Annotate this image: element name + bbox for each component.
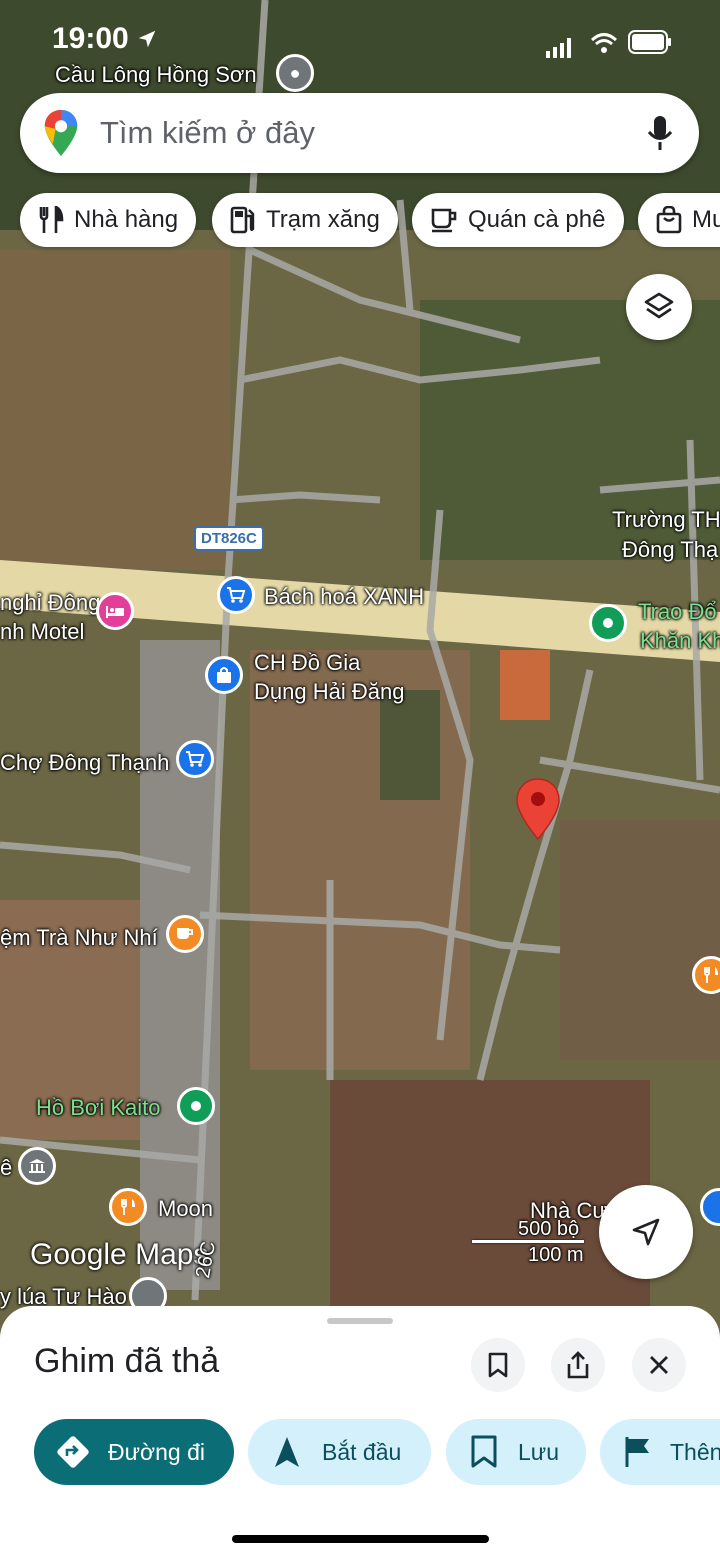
signal-icon [546, 32, 572, 66]
hotel-bed-icon[interactable] [96, 592, 134, 630]
coffee-icon[interactable] [166, 915, 204, 953]
motel-label-line2[interactable]: nh Motel [0, 619, 84, 644]
trao-label[interactable]: Trao Đổ [638, 599, 717, 624]
chip-label: Nhà hàng [74, 206, 179, 233]
google-maps-logo: Google Maps [30, 1238, 209, 1271]
grocery-cart-icon[interactable] [217, 576, 255, 614]
school-label-line2[interactable]: Đông Thạ [622, 537, 718, 562]
bookmark-icon [488, 1352, 508, 1378]
share-button[interactable] [551, 1338, 605, 1392]
grocery-cart-icon[interactable] [176, 740, 214, 778]
map-scale: 500 bộ 100 m [472, 1218, 590, 1266]
more-button[interactable]: Thên [600, 1419, 720, 1485]
chip-label: Quán cà phê [468, 206, 606, 233]
navigation-arrow-icon [631, 1217, 661, 1247]
shopping-bag-icon[interactable] [205, 656, 243, 694]
bookmark-icon [470, 1435, 498, 1469]
scale-feet: 500 bộ [518, 1218, 580, 1240]
save-bookmark-button[interactable] [471, 1338, 525, 1392]
tea-shop-label[interactable]: ệm Trà Như Nhí [0, 925, 158, 950]
start-label: Bắt đầu [322, 1438, 402, 1465]
save-label: Lưu [518, 1438, 559, 1465]
directions-icon [56, 1435, 90, 1469]
layers-icon [643, 291, 675, 323]
navigation-arrow-icon [274, 1436, 300, 1468]
clock: 19:00 [52, 22, 129, 55]
chip-shopping[interactable]: Mu [638, 193, 720, 247]
ch-do-gia-label[interactable]: CH Đồ Gia [254, 650, 360, 675]
place-label[interactable]: Cầu Lông Hồng Sơn [55, 62, 257, 87]
shopping-bag-icon [656, 206, 682, 234]
dropped-pin[interactable] [515, 777, 561, 846]
location-arrow-icon [136, 24, 158, 58]
road-badge: DT826C [194, 526, 264, 551]
wifi-icon [590, 28, 618, 62]
search-bar[interactable]: Tìm kiếm ở đây [20, 93, 699, 173]
moon-label[interactable]: Moon [158, 1196, 213, 1221]
drag-handle[interactable] [327, 1318, 393, 1324]
chip-gas-stations[interactable]: Trạm xăng [212, 193, 398, 247]
place-bottom-sheet[interactable]: Ghim đã thả Đường đi Bắt đầu Lưu Thên [0, 1306, 720, 1557]
bach-hoa-label[interactable]: Bách hoá XANH [264, 584, 424, 609]
map-view[interactable]: 19:00 Cầu Lông Hồng Sơn ● Tìm kiếm ở đây [0, 0, 720, 1330]
my-location-button[interactable] [599, 1185, 693, 1279]
close-button[interactable] [632, 1338, 686, 1392]
microphone-icon[interactable] [647, 115, 673, 151]
museum-icon[interactable] [18, 1147, 56, 1185]
place-label-e[interactable]: ê [0, 1155, 12, 1180]
chip-coffee[interactable]: Quán cà phê [412, 193, 624, 247]
chip-label: Trạm xăng [266, 206, 380, 233]
search-input[interactable]: Tìm kiếm ở đây [100, 115, 647, 151]
battery-icon [628, 28, 672, 62]
status-bar: 19:00 [52, 22, 680, 62]
gas-station-icon [230, 206, 256, 234]
more-label: Thên [670, 1438, 720, 1465]
layers-button[interactable] [626, 274, 692, 340]
home-indicator[interactable] [232, 1535, 489, 1543]
flag-icon [624, 1436, 652, 1468]
pool-label[interactable]: Hồ Bơi Kaito [36, 1095, 160, 1120]
motel-label[interactable]: nghỉ Đông [0, 590, 100, 615]
place-marker-icon[interactable]: ● [276, 54, 314, 92]
place-marker-icon[interactable] [589, 604, 627, 642]
directions-label: Đường đi [108, 1438, 205, 1465]
chip-restaurants[interactable]: Nhà hàng [20, 193, 196, 247]
school-label[interactable]: Trường TH [612, 507, 720, 532]
restaurant-icon[interactable] [109, 1188, 147, 1226]
place-marker-icon[interactable] [177, 1087, 215, 1125]
cho-dong-thanh-label[interactable]: Chợ Đông Thạnh [0, 750, 169, 775]
ch-do-gia-label-line2[interactable]: Dụng Hải Đăng [254, 679, 404, 704]
share-icon [566, 1351, 590, 1379]
directions-button[interactable]: Đường đi [34, 1419, 234, 1485]
scale-meters: 100 m [528, 1244, 584, 1266]
coffee-icon [430, 206, 458, 234]
start-button[interactable]: Bắt đầu [248, 1419, 431, 1485]
trao-label-line2[interactable]: Khăn Kh [640, 628, 720, 653]
sheet-title: Ghim đã thả [34, 1342, 220, 1380]
restaurant-icon [38, 206, 64, 234]
close-icon [648, 1354, 670, 1376]
chip-label: Mu [692, 206, 720, 233]
save-button[interactable]: Lưu [446, 1419, 586, 1485]
maps-pin-logo-icon [44, 110, 78, 156]
